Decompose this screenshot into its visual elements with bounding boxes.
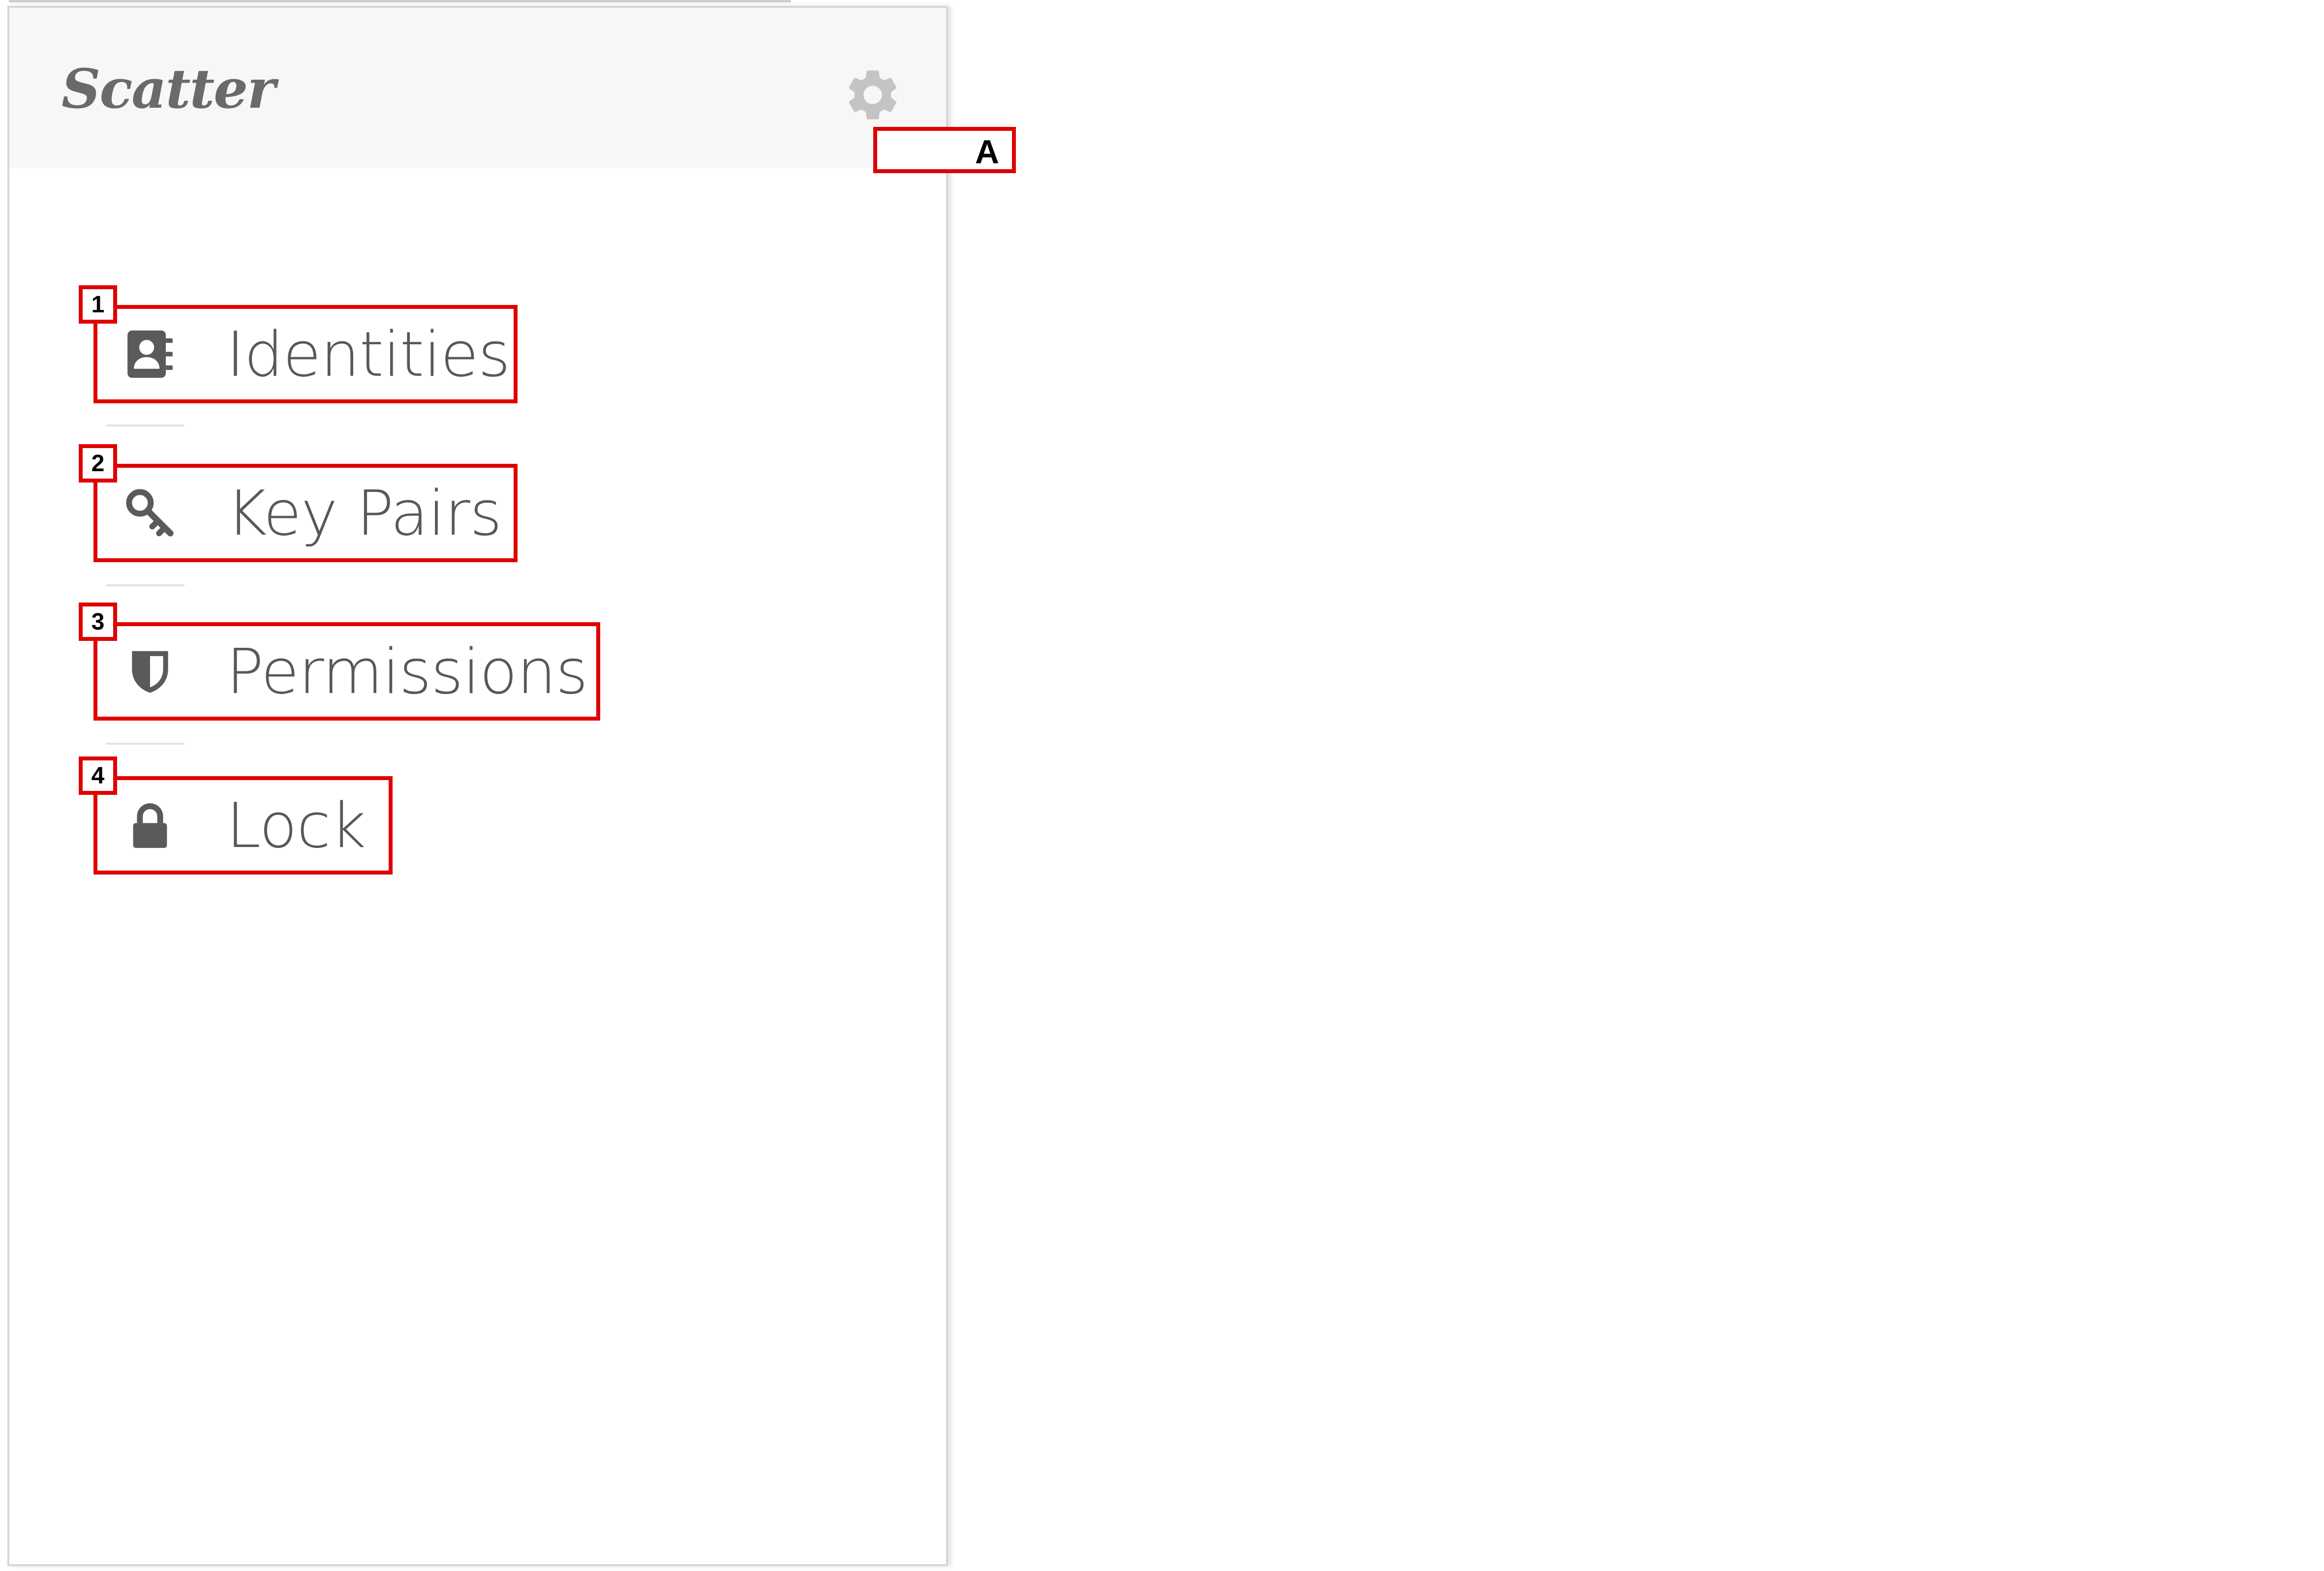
shield-icon — [123, 644, 177, 698]
annotation-tag-a-label: A — [975, 133, 999, 171]
menu-item-label: Identities — [226, 318, 511, 391]
gear-icon[interactable] — [842, 64, 903, 125]
annotation-tag-a: A — [873, 127, 1016, 173]
contact-book-icon — [123, 327, 177, 381]
key-icon — [123, 486, 177, 540]
top-edge-line — [9, 0, 791, 2]
menu-item-key-pairs[interactable]: Key Pairs — [93, 464, 518, 562]
divider — [106, 584, 184, 586]
header-bar: Scatter — [9, 8, 946, 168]
menu-item-identities[interactable]: Identities — [93, 305, 518, 403]
menu-item-label: Permissions — [226, 635, 588, 708]
page: Scatter A Identities 1 Key Pairs 2 Permi… — [0, 0, 2324, 1571]
menu-item-label: Lock — [226, 789, 366, 862]
app-logo: Scatter — [61, 57, 275, 121]
divider — [106, 424, 184, 426]
menu-item-permissions[interactable]: Permissions — [93, 622, 600, 721]
annotation-tag-4: 4 — [79, 756, 117, 795]
menu-item-label: Key Pairs — [226, 477, 502, 549]
menu-item-lock[interactable]: Lock — [93, 776, 393, 875]
divider — [106, 743, 184, 745]
annotation-tag-3: 3 — [79, 603, 117, 641]
lock-icon — [123, 798, 177, 852]
annotation-tag-1: 1 — [79, 285, 117, 324]
annotation-tag-2: 2 — [79, 444, 117, 483]
